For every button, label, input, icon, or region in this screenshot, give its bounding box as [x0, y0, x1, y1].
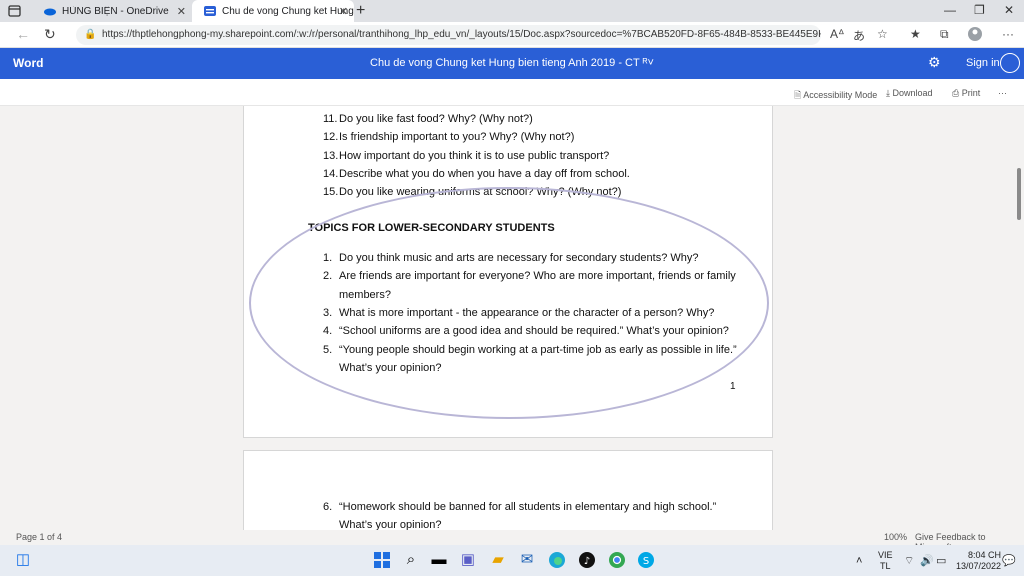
word-header: Word Chu de vong Chung ket Hung bien tie… — [0, 48, 1024, 79]
mail-icon[interactable]: ✉ — [518, 551, 536, 569]
volume-icon[interactable]: 🔊 — [920, 554, 934, 567]
address-bar-row: ← ↻ 🔒 https://thptlehongphong-my.sharepo… — [0, 22, 1024, 48]
account-icon[interactable] — [1000, 53, 1020, 73]
topic-item-number: 6. — [323, 501, 333, 513]
topic-item-text: “Homework should be banned for all stude… — [339, 501, 717, 513]
question-item-number: 12. — [323, 131, 339, 144]
page-info: Page 1 of 4 — [16, 532, 63, 542]
topic-item-text: Do you think music and arts are necessar… — [339, 252, 699, 264]
translate-icon[interactable]: あ — [853, 27, 865, 44]
battery-icon[interactable]: ▭ — [936, 554, 946, 567]
topic-item-text: What’s your opinion? — [339, 361, 442, 374]
edge-icon[interactable] — [548, 551, 566, 569]
command-bar: 🗎 Accessibility Mode ⤓ Download ⎙ Print … — [0, 79, 1024, 106]
folder-icon[interactable]: ▰ — [489, 551, 507, 569]
topic-item-text: What’s your opinion? — [339, 519, 442, 530]
question-item-text: Do you like wearing uniforms at school? … — [339, 186, 622, 199]
read-aloud-icon[interactable]: Aᐞ — [830, 27, 845, 41]
url-text: https://thptlehongphong-my.sharepoint.co… — [102, 29, 821, 40]
topic-item-number: 5. — [323, 343, 333, 356]
gear-icon[interactable]: ⚙ — [928, 54, 941, 71]
input-mode[interactable]: TL — [880, 561, 891, 571]
tab-word-document[interactable]: Chu de vong Chung ket Hung bi ✕ — [192, 0, 354, 22]
topic-item-number: 4. — [323, 325, 333, 338]
url-field[interactable]: 🔒 https://thptlehongphong-my.sharepoint.… — [76, 25, 821, 45]
profile-icon[interactable] — [968, 27, 982, 44]
topic-item-text: Are friends are important for everyone? … — [339, 270, 736, 283]
document-title[interactable]: Chu de vong Chung ket Hung bien tieng An… — [0, 57, 1024, 69]
tab-onedrive[interactable]: HÙNG BIỆN - OneDrive ✕ — [32, 0, 192, 22]
question-item-text: Describe what you do when you have a day… — [339, 167, 630, 180]
new-tab-button[interactable]: + — [356, 2, 365, 20]
chat-icon[interactable]: ▣ — [459, 551, 477, 569]
print-button[interactable]: ⎙ Print — [952, 88, 980, 99]
restore-icon[interactable]: ❐ — [974, 3, 985, 17]
language-indicator[interactable]: VIE — [878, 550, 893, 560]
download-button[interactable]: ⤓ Download — [886, 88, 933, 99]
question-item-number: 13. — [323, 149, 339, 162]
clock-date[interactable]: 13/07/2022 — [956, 561, 1001, 571]
question-item-number: 15. — [323, 186, 339, 199]
document-page-2: 6. “Homework should be banned for all stu… — [243, 450, 773, 530]
topic-item-number: 2. — [323, 270, 333, 283]
refresh-icon[interactable]: ↻ — [44, 26, 56, 43]
word-icon — [204, 5, 216, 17]
topic-item-text: “School uniforms are a good idea and sho… — [339, 325, 729, 338]
file-manager-icon[interactable]: ▬ — [430, 551, 448, 569]
topic-item-text: What is more important - the appearance … — [339, 306, 715, 319]
svg-text:S: S — [643, 556, 649, 567]
topic-item-number: 1. — [323, 252, 333, 264]
topic-item-text: members? — [339, 288, 391, 301]
scrollbar-thumb[interactable] — [1017, 168, 1021, 220]
question-item-text: Do you like fast food? Why? (Why not?) — [339, 113, 533, 125]
status-bar: Page 1 of 4 100% Give Feedback to Micros… — [0, 530, 1024, 552]
search-icon[interactable]: ⌕ — [402, 551, 420, 569]
favorites-icon[interactable]: ★ — [910, 27, 921, 41]
shared-chevron-icon: ᴿ˅ — [642, 57, 654, 69]
close-tab-icon[interactable]: ✕ — [177, 5, 186, 18]
skype-icon[interactable]: S — [637, 551, 655, 569]
add-favorite-icon[interactable]: ☆ — [877, 27, 888, 41]
accessibility-mode-button[interactable]: 🗎 Accessibility Mode — [794, 88, 877, 104]
question-item-number: 11. — [323, 113, 338, 125]
wifi-icon[interactable]: ⌔ — [904, 554, 914, 568]
document-icon: 🗎 — [794, 90, 804, 100]
task-view-icon[interactable]: ◫ — [14, 551, 32, 569]
document-canvas[interactable]: 11. Do you like fast food? Why? (Why not?… — [0, 106, 1024, 530]
collections-icon[interactable]: ⧉ — [940, 27, 949, 42]
zoom-level[interactable]: 100% — [884, 532, 907, 542]
printer-icon: ⎙ — [952, 88, 962, 98]
tab-label: HÙNG BIỆN - OneDrive — [62, 5, 169, 17]
browser-tab-strip: HÙNG BIỆN - OneDrive ✕ Chu de vong Chung… — [0, 0, 1024, 22]
topic-item-text: “Young people should begin working at a … — [339, 343, 737, 356]
notification-icon[interactable]: 💬 — [1002, 554, 1016, 567]
page-number: 1 — [730, 381, 736, 392]
tiktok-icon[interactable]: ♪ — [578, 551, 596, 569]
clock-time[interactable]: 8:04 CH — [968, 550, 1001, 560]
chrome-icon[interactable] — [608, 551, 626, 569]
start-icon[interactable] — [373, 551, 391, 569]
back-icon[interactable]: ← — [16, 26, 30, 42]
question-item-text: Is friendship important to you? Why? (Wh… — [339, 131, 575, 144]
minimize-icon[interactable]: — — [944, 3, 956, 17]
taskbar: ◫ ⌕ ▬ ▣ ▰ ✉ ♪ S ˄ VIE TL ⌔ 🔊 ▭ 8:04 CH 1… — [0, 545, 1024, 576]
sign-in-link[interactable]: Sign in — [966, 57, 1000, 69]
tab-label: Chu de vong Chung ket Hung bi — [222, 5, 354, 17]
svg-text:♪: ♪ — [584, 556, 590, 567]
browser-menu-icon[interactable]: ··· — [1002, 27, 1014, 41]
section-heading: TOPICS FOR LOWER-SECONDARY STUDENTS — [308, 222, 555, 234]
topic-item-number: 3. — [323, 306, 333, 319]
onedrive-icon — [44, 5, 56, 17]
more-options-button[interactable]: ··· — [998, 88, 1007, 98]
document-page-1: 11. Do you like fast food? Why? (Why not?… — [243, 106, 773, 438]
chevron-up-icon[interactable]: ˄ — [856, 555, 862, 567]
close-window-icon[interactable]: ✕ — [1004, 3, 1014, 17]
lock-icon: 🔒 — [84, 29, 97, 40]
question-item-text: How important do you think it is to use … — [339, 149, 610, 162]
tab-actions-icon[interactable] — [8, 4, 22, 18]
question-item-number: 14. — [323, 167, 339, 180]
close-tab-icon[interactable]: ✕ — [339, 5, 348, 18]
